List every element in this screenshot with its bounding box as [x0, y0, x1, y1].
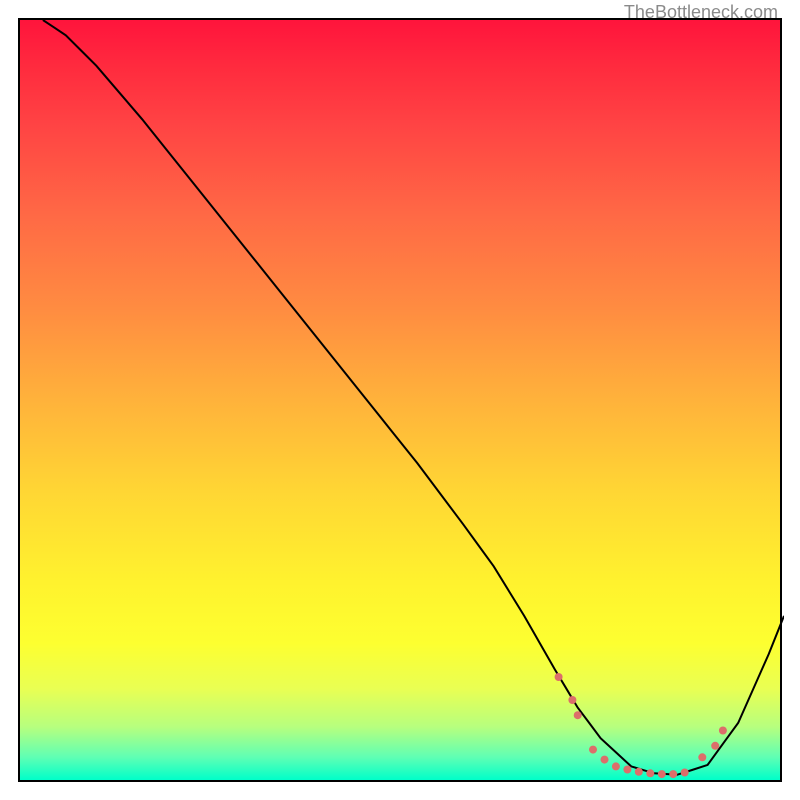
highlight-point [719, 727, 727, 735]
highlight-point [681, 769, 689, 777]
plot-area [18, 18, 782, 782]
highlight-points [555, 673, 727, 778]
highlight-point [711, 742, 719, 750]
chart-container: TheBottleneck.com [0, 0, 800, 800]
highlight-point [574, 711, 582, 719]
highlight-point [646, 769, 654, 777]
highlight-point [589, 746, 597, 754]
highlight-point [568, 696, 576, 704]
highlight-point [601, 756, 609, 764]
highlight-point [555, 673, 563, 681]
highlight-point [612, 762, 620, 770]
bottleneck-curve [43, 20, 784, 775]
highlight-point [669, 770, 677, 778]
highlight-point [658, 770, 666, 778]
highlight-point [623, 766, 631, 774]
attribution-text: TheBottleneck.com [624, 2, 778, 23]
chart-svg [20, 20, 784, 784]
highlight-point [635, 768, 643, 776]
highlight-point [698, 753, 706, 761]
